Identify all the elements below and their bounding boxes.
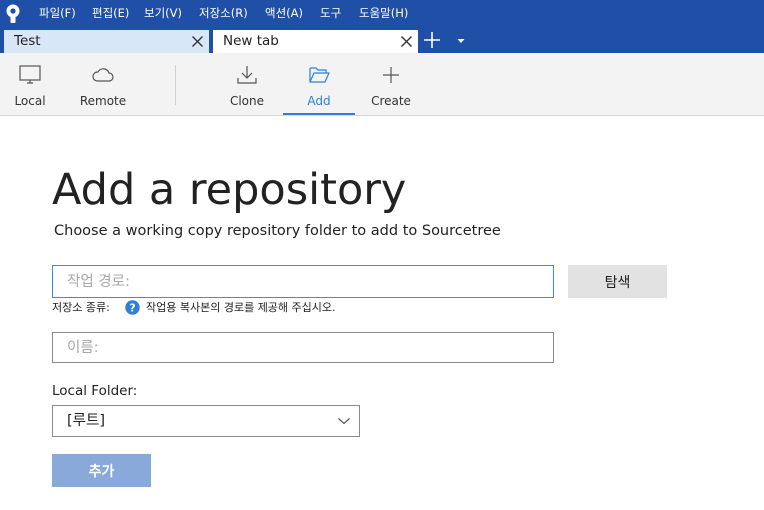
chevron-down-icon (338, 418, 350, 425)
toolbar-remote-label: Remote (79, 94, 127, 108)
toolbar-divider (175, 65, 176, 105)
tab-label: Test (14, 33, 41, 49)
folder-open-icon (309, 67, 330, 83)
menu-repository[interactable]: 저장소(R) (199, 6, 248, 20)
browse-button[interactable]: 탐색 (568, 265, 667, 298)
toolbar-add-label: Add (307, 94, 331, 108)
toolbar-local-button[interactable]: Local (0, 53, 65, 115)
toolbar-local-label: Local (14, 94, 46, 108)
monitor-icon (19, 65, 41, 84)
local-folder-select[interactable]: [루트] (52, 405, 360, 437)
toolbar-clone-label: Clone (229, 94, 265, 108)
tab-strip: Test New tab (0, 28, 764, 53)
toolbar-add-button[interactable]: Add (284, 53, 354, 115)
chevron-down-icon[interactable] (455, 36, 467, 46)
page-title: Add a repository (52, 165, 407, 215)
add-repository-button[interactable]: 추가 (52, 454, 151, 487)
close-icon[interactable] (190, 34, 205, 49)
download-icon (237, 66, 257, 84)
toolbar-clone-button[interactable]: Clone (212, 53, 282, 115)
local-folder-label: Local Folder: (52, 383, 138, 399)
menu-tools[interactable]: 도구 (320, 6, 341, 20)
svg-text:?: ? (129, 302, 135, 314)
menu-actions[interactable]: 액션(A) (265, 6, 303, 20)
plus-icon (383, 67, 399, 83)
close-icon[interactable] (399, 34, 414, 49)
toolbar-create-label: Create (371, 94, 411, 108)
repository-name-input[interactable] (52, 332, 554, 363)
menu-edit[interactable]: 편집(E) (92, 6, 129, 20)
question-circle-icon[interactable]: ? (125, 300, 140, 315)
menu-file[interactable]: 파일(F) (39, 6, 76, 20)
active-tool-indicator (283, 113, 355, 115)
sourcetree-logo-icon[interactable] (5, 4, 21, 24)
tab-new-tab[interactable]: New tab (213, 30, 418, 53)
toolbar-create-button[interactable]: Create (356, 53, 426, 115)
menu-help[interactable]: 도움말(H) (359, 6, 408, 20)
cloud-icon (92, 68, 114, 82)
add-tab-icon[interactable] (423, 31, 441, 49)
tab-test[interactable]: Test (4, 30, 209, 53)
repository-type-label: 저장소 종류: (52, 301, 110, 314)
tab-label: New tab (223, 33, 279, 49)
menu-bar: 파일(F) 편집(E) 보기(V) 저장소(R) 액션(A) 도구 도움말(H) (0, 0, 764, 28)
repository-type-hint: 작업용 복사본의 경로를 제공해 주십시오. (146, 301, 336, 314)
working-copy-path-input[interactable] (52, 265, 554, 298)
local-folder-value: [루트] (67, 413, 105, 429)
toolbar-remote-button[interactable]: Remote (68, 53, 138, 115)
page-subtitle: Choose a working copy repository folder … (54, 223, 501, 239)
toolbar: Local Remote Clone Add Create (0, 53, 764, 116)
menu-view[interactable]: 보기(V) (144, 6, 182, 20)
